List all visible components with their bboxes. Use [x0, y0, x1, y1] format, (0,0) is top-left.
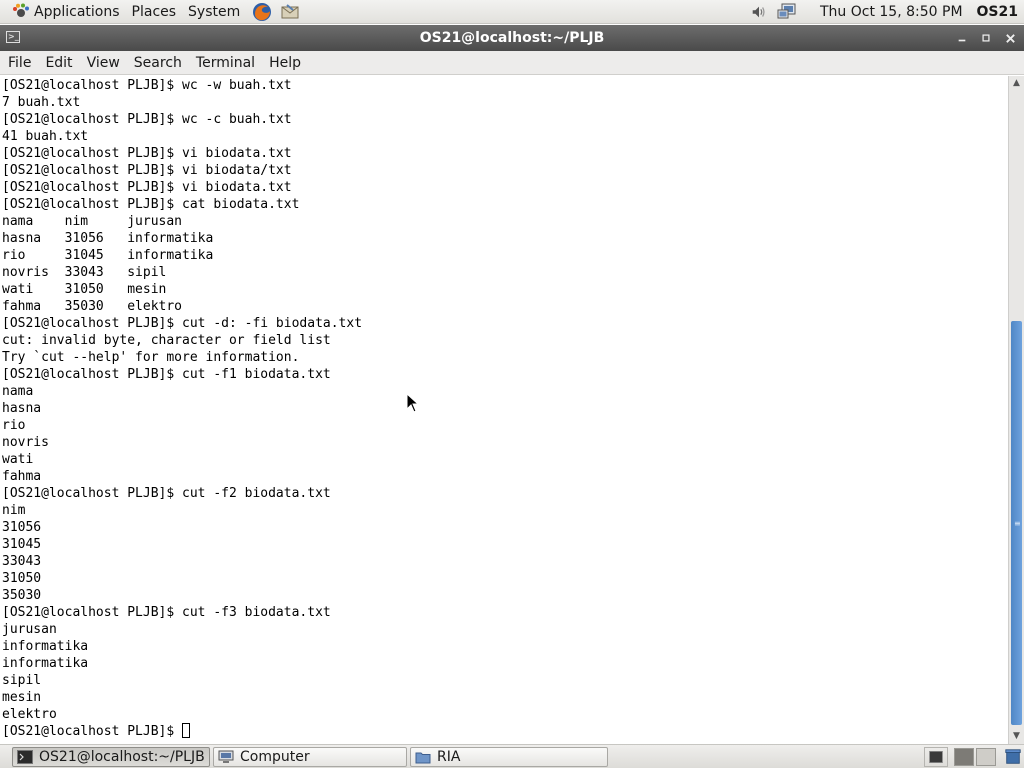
terminal-area[interactable]: [OS21@localhost PLJB]$ wc -w buah.txt 7 b…	[0, 76, 1008, 744]
terminal-line: fahma 35030 elektro	[2, 299, 183, 314]
system-label: System	[188, 3, 241, 20]
firefox-launcher[interactable]	[250, 1, 274, 23]
scrollbar-thumb[interactable]: ≡	[1011, 321, 1022, 725]
terminal-line: 35030	[2, 588, 42, 603]
minimize-icon	[958, 39, 966, 42]
terminal-line: elektro	[2, 707, 57, 722]
system-menu[interactable]: System	[182, 0, 246, 24]
user-name[interactable]: OS21	[977, 4, 1024, 20]
computer-icon	[218, 750, 234, 763]
terminal-line: informatika	[2, 656, 89, 671]
terminal-line: novris 33043 sipil	[2, 265, 167, 280]
terminal-line: 33043	[2, 554, 42, 569]
places-label: Places	[131, 3, 177, 20]
terminal-line: nama	[2, 384, 34, 399]
terminal-line: hasna	[2, 401, 42, 416]
bottom-taskbar: OS21@localhost:~/PLJB Computer RIA	[0, 744, 1024, 768]
terminal-line: novris	[2, 435, 49, 450]
terminal-line: fahma	[2, 469, 42, 484]
terminal-line: hasna 31056 informatika	[2, 231, 214, 246]
terminal-line: rio 31045 informatika	[2, 248, 214, 263]
terminal-line: cut: invalid byte, character or field li…	[2, 333, 331, 348]
task-folder-label: RIA	[437, 748, 461, 765]
terminal-prompt: [OS21@localhost PLJB]$	[2, 724, 183, 739]
terminal-menubar: File Edit View Search Terminal Help	[0, 51, 1024, 75]
desktop-icon	[929, 750, 943, 763]
task-terminal[interactable]: OS21@localhost:~/PLJB	[12, 746, 210, 767]
terminal-line: sipil	[2, 673, 42, 688]
terminal-line: [OS21@localhost PLJB]$ wc -w buah.txt	[2, 78, 292, 93]
terminal-line: [OS21@localhost PLJB]$ cut -f2 biodata.t…	[2, 486, 331, 501]
task-computer[interactable]: Computer	[213, 746, 407, 767]
maximize-button[interactable]	[978, 30, 994, 46]
grip-icon: ≡	[1014, 519, 1021, 528]
applications-label: Applications	[34, 3, 120, 20]
clock[interactable]: Thu Oct 15, 8:50 PM	[800, 4, 977, 20]
terminal-line: [OS21@localhost PLJB]$ vi biodata/txt	[2, 163, 292, 178]
terminal-line: [OS21@localhost PLJB]$ cut -f3 biodata.t…	[2, 605, 331, 620]
terminal-line: mesin	[2, 690, 42, 705]
window-titlebar[interactable]: >_ OS21@localhost:~/PLJB	[0, 25, 1024, 51]
terminal-line: 41 buah.txt	[2, 129, 89, 144]
task-computer-label: Computer	[240, 748, 310, 765]
close-button[interactable]	[1002, 30, 1018, 46]
mail-launcher[interactable]	[278, 1, 302, 23]
minimize-button[interactable]	[954, 30, 970, 46]
scroll-down-arrow-icon[interactable]: ▼	[1011, 731, 1022, 742]
places-menu[interactable]: Places	[126, 0, 183, 24]
scroll-up-arrow-icon[interactable]: ▲	[1011, 78, 1022, 89]
terminal-line: [OS21@localhost PLJB]$ cat biodata.txt	[2, 197, 300, 212]
menu-help[interactable]: Help	[262, 55, 308, 71]
menu-file[interactable]: File	[0, 55, 38, 71]
window-title: OS21@localhost:~/PLJB	[419, 30, 605, 46]
menu-search[interactable]: Search	[127, 55, 189, 71]
terminal-line: [OS21@localhost PLJB]$ cut -f1 biodata.t…	[2, 367, 331, 382]
terminal-scrollbar[interactable]: ▲ ≡ ▼	[1008, 76, 1024, 744]
terminal-line: wati	[2, 452, 34, 467]
terminal-line: [OS21@localhost PLJB]$ cut -d: -fi bioda…	[2, 316, 363, 331]
terminal-line: [OS21@localhost PLJB]$ vi biodata.txt	[2, 146, 292, 161]
terminal-line: informatika	[2, 639, 89, 654]
task-folder-ria[interactable]: RIA	[410, 746, 608, 767]
terminal-output: [OS21@localhost PLJB]$ wc -w buah.txt 7 b…	[2, 77, 362, 740]
terminal-icon	[17, 749, 33, 764]
terminal-line: wati 31050 mesin	[2, 282, 167, 297]
menu-edit[interactable]: Edit	[38, 55, 79, 71]
terminal-line: jurusan	[2, 622, 57, 637]
maximize-icon	[982, 34, 990, 42]
terminal-line: [OS21@localhost PLJB]$ vi biodata.txt	[2, 180, 292, 195]
terminal-line: 31045	[2, 537, 42, 552]
mail-icon	[281, 3, 299, 18]
workspace-2[interactable]	[976, 747, 996, 766]
trash-icon[interactable]	[1002, 747, 1024, 767]
terminal-line: 7 buah.txt	[2, 95, 81, 110]
terminal-line: [OS21@localhost PLJB]$ wc -c buah.txt	[2, 112, 292, 127]
mouse-pointer-icon	[406, 393, 420, 413]
task-terminal-label: OS21@localhost:~/PLJB	[39, 748, 205, 765]
terminal-line: 31050	[2, 571, 42, 586]
menu-terminal[interactable]: Terminal	[189, 55, 262, 71]
terminal-line: nim	[2, 503, 26, 518]
close-icon	[1005, 33, 1015, 43]
terminal-line: Try `cut --help' for more information.	[2, 350, 300, 365]
show-desktop-button[interactable]	[924, 746, 948, 767]
text-cursor	[182, 723, 191, 738]
firefox-icon	[253, 2, 272, 21]
folder-icon	[415, 752, 431, 763]
menu-view[interactable]: View	[80, 55, 127, 71]
network-icon[interactable]	[774, 2, 800, 22]
gnome-foot-icon	[13, 3, 29, 17]
applications-menu[interactable]: Applications	[0, 0, 126, 24]
workspace-1[interactable]	[954, 747, 974, 766]
terminal-line: 31056	[2, 520, 42, 535]
top-panel: Applications Places System Thu Oct 15, 8…	[0, 0, 1024, 24]
terminal-line: nama nim jurusan	[2, 214, 183, 229]
terminal-line: rio	[2, 418, 26, 433]
terminal-prompt-line[interactable]: [OS21@localhost PLJB]$	[2, 723, 362, 740]
volume-icon[interactable]	[748, 2, 770, 22]
